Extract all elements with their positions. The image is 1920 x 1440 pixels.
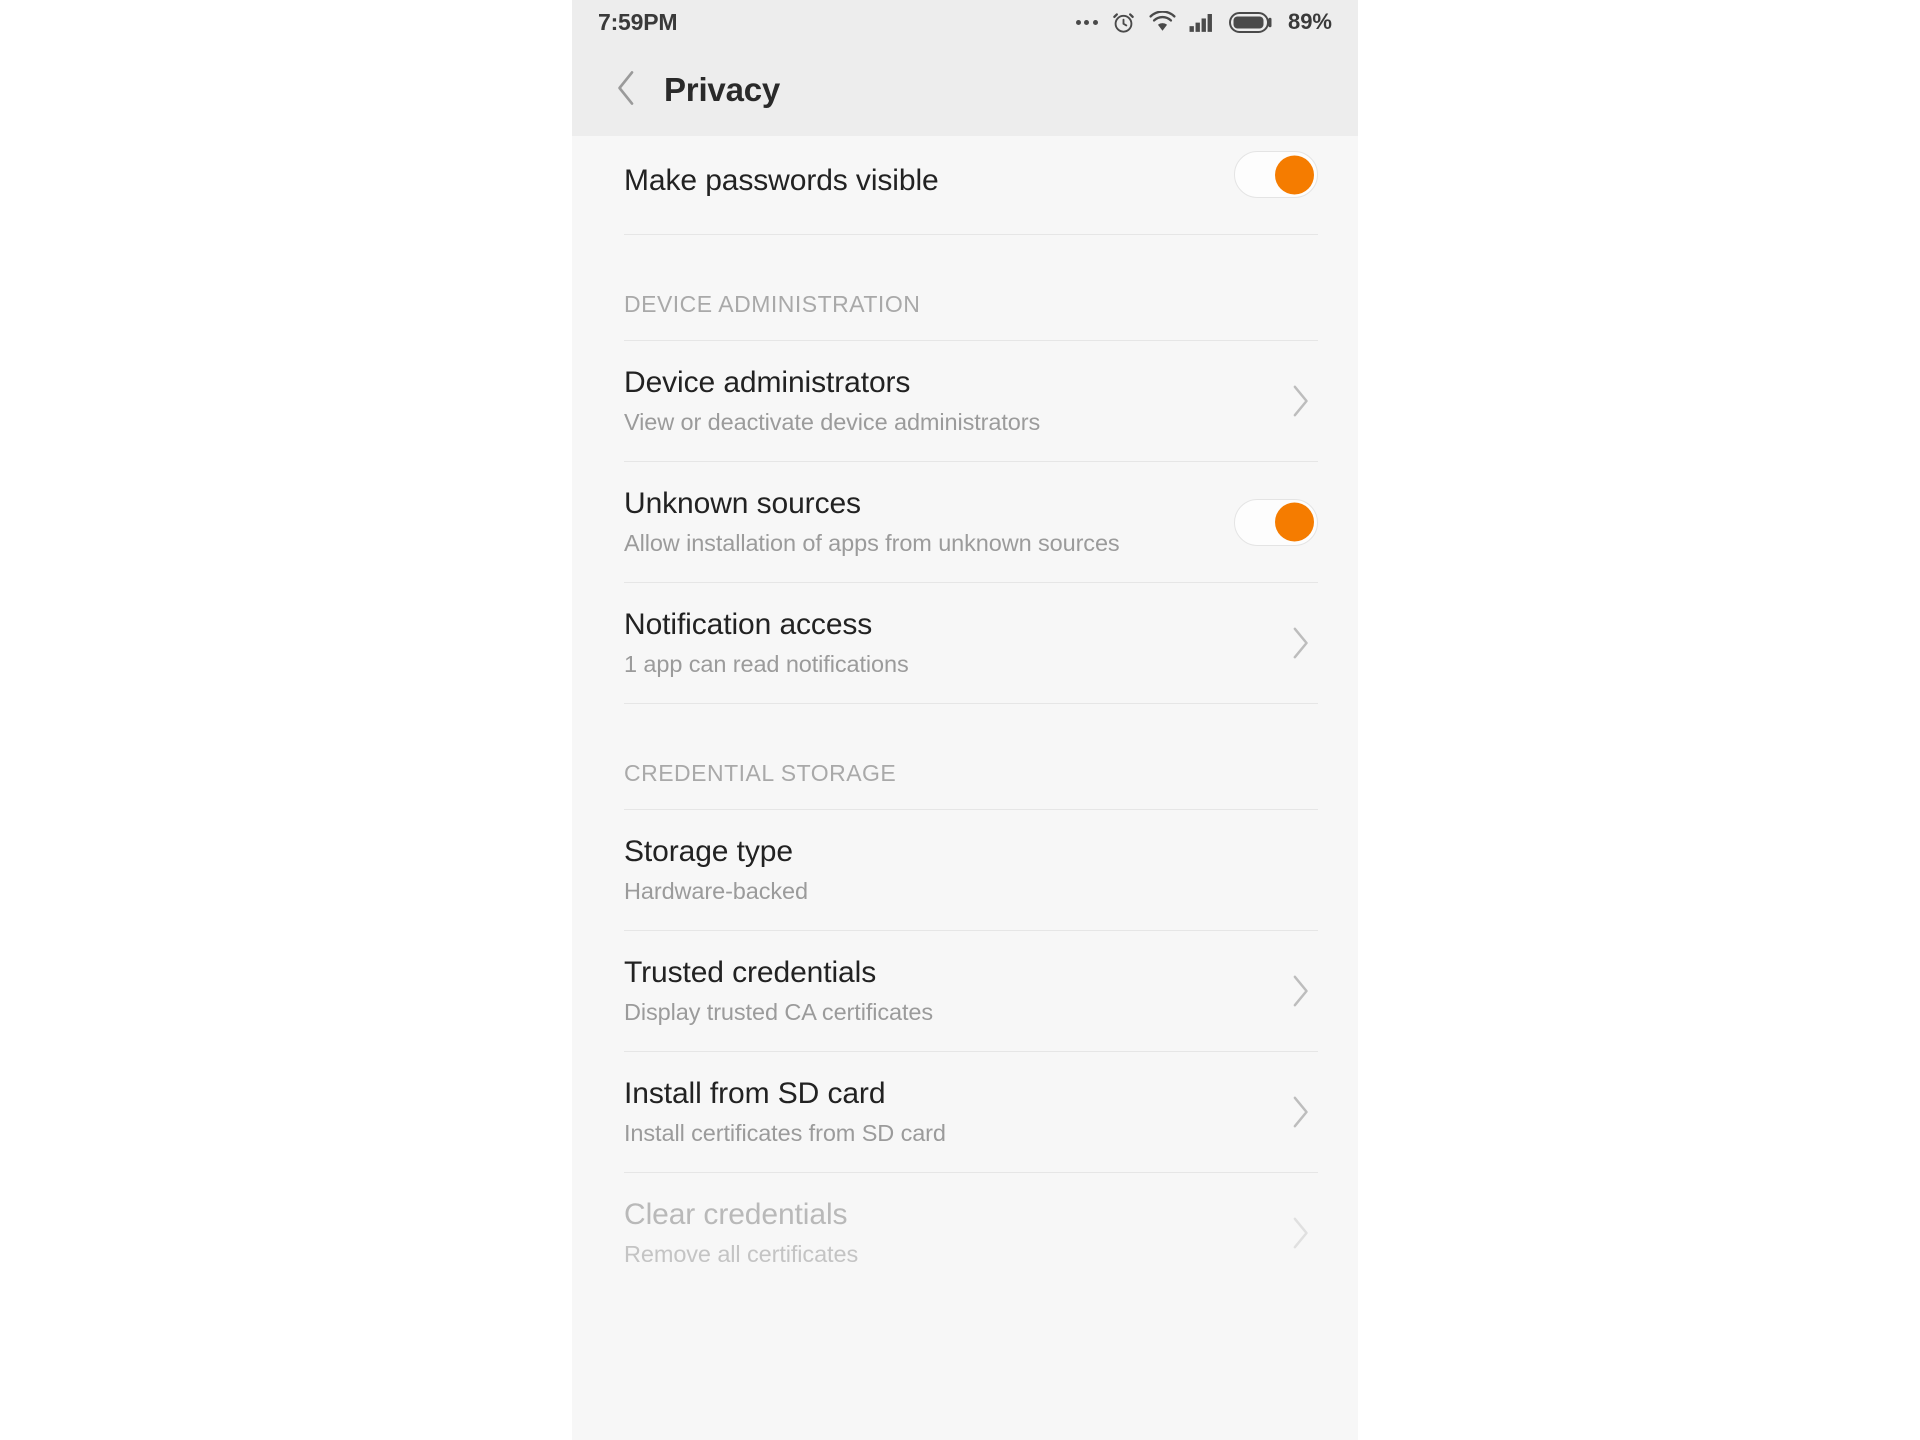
chevron-right-icon: [1284, 626, 1318, 660]
alarm-clock-icon: [1111, 10, 1136, 35]
row-title: Notification access: [624, 607, 873, 641]
row-subtitle: 1 app can read notifications: [624, 651, 909, 678]
section-header-credential-storage: CREDENTIAL STORAGE: [624, 760, 897, 786]
row-subtitle: Hardware-backed: [624, 878, 808, 905]
row-storage-type[interactable]: Storage type Hardware-backed: [572, 810, 1358, 930]
row-title: Unknown sources: [624, 486, 861, 520]
toggle-unknown-sources[interactable]: [1234, 498, 1318, 546]
toggle-make-passwords-visible[interactable]: [1234, 151, 1318, 198]
row-subtitle: Display trusted CA certificates: [624, 999, 934, 1026]
row-title: Trusted credentials: [624, 955, 877, 989]
page-title: Privacy: [664, 71, 781, 108]
wifi-icon: [1149, 11, 1176, 33]
battery-percentage-label: 89%: [1287, 9, 1332, 34]
row-subtitle: Allow installation of apps from unknown …: [624, 530, 1120, 557]
screenshot-canvas: 7:59PM 89% Privacy Make passwords visibl…: [0, 0, 1920, 1440]
row-title: Make passwords visible: [624, 163, 939, 197]
row-notification-access[interactable]: Notification access 1 app can read notif…: [572, 583, 1358, 703]
row-subtitle: View or deactivate device administrators: [624, 409, 1041, 436]
chevron-right-icon: [1284, 1216, 1318, 1250]
status-bar-icons: 89%: [1075, 9, 1332, 35]
row-title: Storage type: [624, 834, 793, 868]
status-bar-clock: 7:59PM: [598, 8, 678, 35]
row-subtitle: Install certificates from SD card: [624, 1120, 946, 1147]
row-title: Clear credentials: [624, 1197, 848, 1231]
row-unknown-sources[interactable]: Unknown sources Allow installation of ap…: [572, 462, 1358, 582]
more-dots-icon: [1075, 19, 1098, 25]
phone-screen: 7:59PM 89% Privacy Make passwords visibl…: [572, 0, 1358, 1440]
battery-icon: [1228, 11, 1273, 34]
back-chevron-icon: [611, 70, 641, 111]
section-header-device-administration: DEVICE ADMINISTRATION: [624, 291, 921, 317]
signal-bars-icon: [1189, 11, 1216, 33]
chevron-right-icon: [1284, 384, 1318, 418]
app-bar: Privacy: [572, 44, 1358, 136]
toggle-knob: [1275, 502, 1314, 542]
back-button[interactable]: [600, 64, 652, 116]
row-clear-credentials: Clear credentials Remove all certificate…: [572, 1173, 1358, 1293]
settings-list[interactable]: Make passwords visible DEVICE ADMINISTRA…: [572, 136, 1358, 1440]
row-title: Device administrators: [624, 365, 911, 399]
status-bar: 7:59PM 89%: [572, 0, 1358, 44]
row-make-passwords-visible[interactable]: Make passwords visible: [572, 136, 1358, 200]
row-install-from-sd-card[interactable]: Install from SD card Install certificate…: [572, 1052, 1358, 1172]
row-subtitle: Remove all certificates: [624, 1241, 859, 1268]
toggle-knob: [1275, 155, 1314, 194]
row-device-administrators[interactable]: Device administrators View or deactivate…: [572, 341, 1358, 461]
row-trusted-credentials[interactable]: Trusted credentials Display trusted CA c…: [572, 931, 1358, 1051]
row-title: Install from SD card: [624, 1076, 886, 1110]
chevron-right-icon: [1284, 974, 1318, 1008]
chevron-right-icon: [1284, 1095, 1318, 1129]
